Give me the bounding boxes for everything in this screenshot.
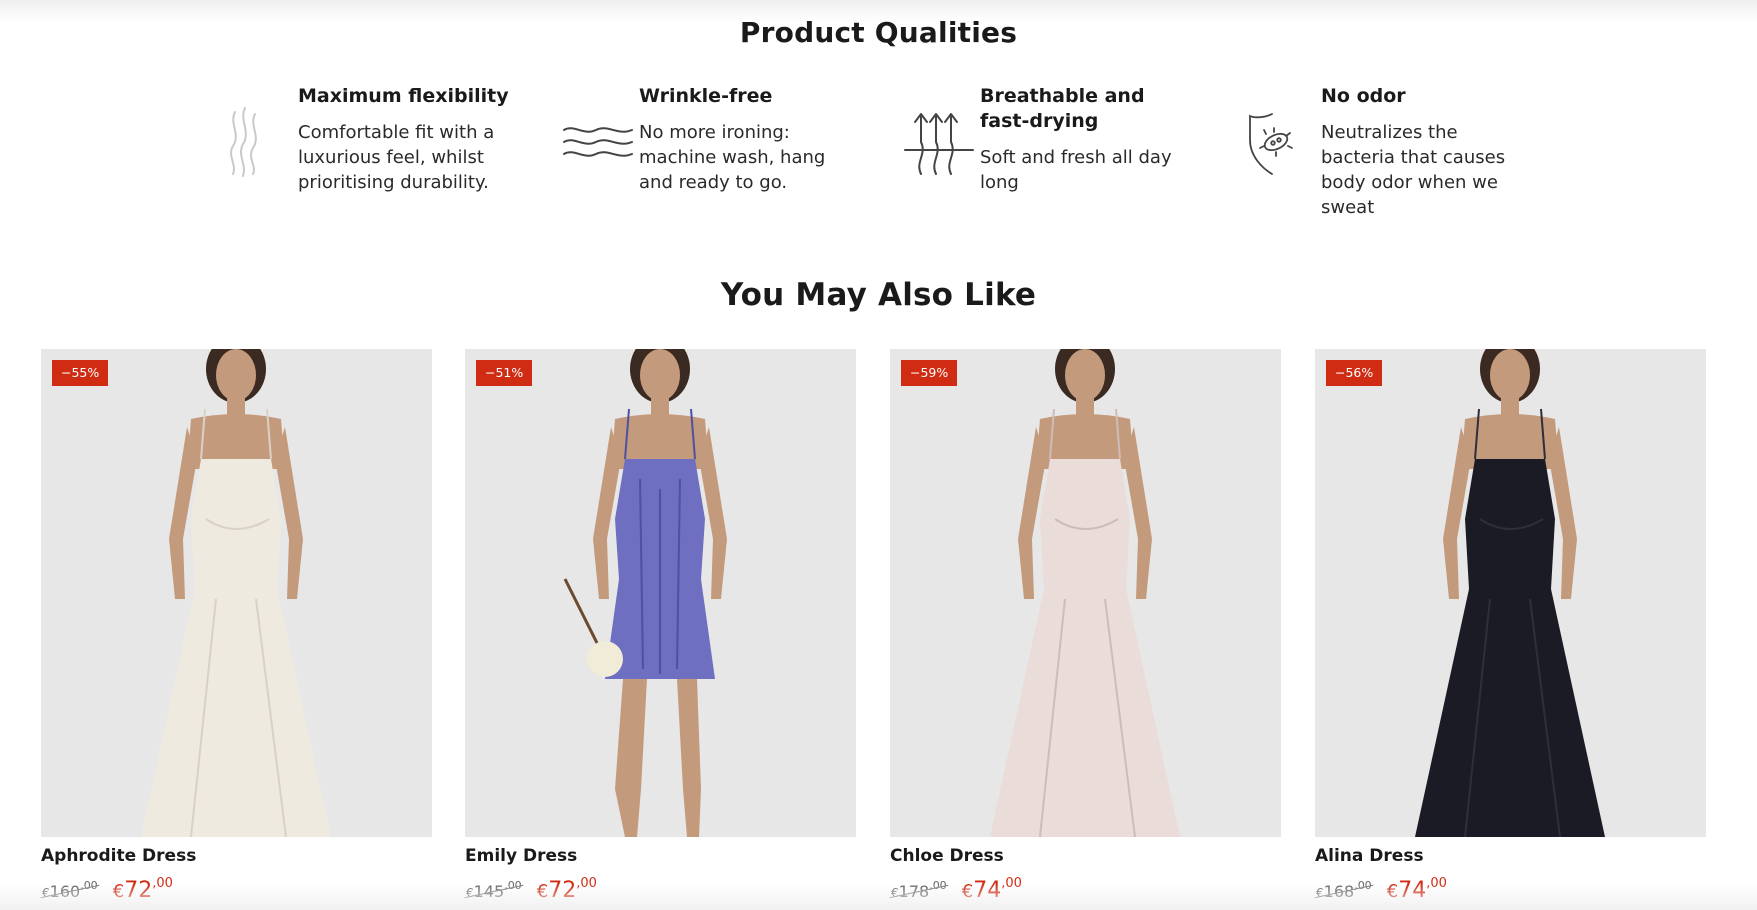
- flexibility-waves-icon: [221, 106, 293, 178]
- product-image[interactable]: [41, 349, 432, 837]
- wrinkle-free-icon: [562, 106, 634, 178]
- quality-item-no-odor: No odor Neutralizes the bacteria that ca…: [1244, 84, 1544, 218]
- product-card-chloe[interactable]: −59% Chloe Dress €178,00 €74,00: [889, 349, 1281, 903]
- quality-description: Soft and fresh all day long: [980, 147, 1172, 193]
- quality-item-wrinkle-free: Wrinkle-free No more ironing: machine wa…: [562, 84, 862, 214]
- quality-title: No odor: [1321, 85, 1406, 107]
- quality-description: Neutralizes the bacteria that causes bod…: [1321, 122, 1506, 218]
- discount-badge: −59%: [901, 360, 958, 386]
- bottom-shadow: [0, 884, 1757, 910]
- product-image[interactable]: [465, 349, 856, 837]
- quality-description: No more ironing: machine wash, hang and …: [639, 122, 826, 193]
- product-image[interactable]: [890, 349, 1281, 837]
- quality-description: Comfortable fit with a luxurious feel, w…: [298, 122, 495, 193]
- breathable-arrows-icon: [903, 106, 975, 178]
- quality-title: Maximum flexibility: [298, 85, 509, 107]
- product-card-alina[interactable]: −56% Alina Dress €168,00 €74,00: [1314, 349, 1706, 903]
- product-qualities-heading: Product Qualities: [739, 16, 1018, 49]
- product-card-emily[interactable]: −51% Emily Dress €145,00 €72,00: [464, 349, 856, 903]
- product-name[interactable]: Emily Dress: [465, 846, 577, 866]
- you-may-also-like-heading: You May Also Like: [720, 277, 1037, 313]
- product-image[interactable]: [1315, 349, 1706, 837]
- product-name[interactable]: Chloe Dress: [890, 846, 1004, 866]
- dress-model-illustration: [1315, 349, 1706, 837]
- dress-model-illustration: [41, 349, 432, 837]
- no-odor-shield-icon: [1244, 106, 1316, 178]
- quality-title: Wrinkle-free: [639, 85, 773, 107]
- product-card-aphrodite[interactable]: −55% Aphrodite Dress €160,00 €72,00: [40, 349, 432, 903]
- discount-badge: −51%: [476, 360, 533, 386]
- discount-badge: −55%: [52, 360, 109, 386]
- quality-item-breathable: Breathable and fast-drying Soft and fres…: [903, 84, 1203, 214]
- dress-model-illustration: [890, 349, 1281, 837]
- dress-model-illustration: [465, 349, 856, 837]
- product-name[interactable]: Aphrodite Dress: [41, 846, 196, 866]
- quality-item-flexibility: Maximum flexibility Comfortable fit with…: [221, 84, 521, 214]
- product-name[interactable]: Alina Dress: [1315, 846, 1424, 866]
- quality-title: Breathable and fast-drying: [980, 85, 1145, 132]
- discount-badge: −56%: [1326, 360, 1383, 386]
